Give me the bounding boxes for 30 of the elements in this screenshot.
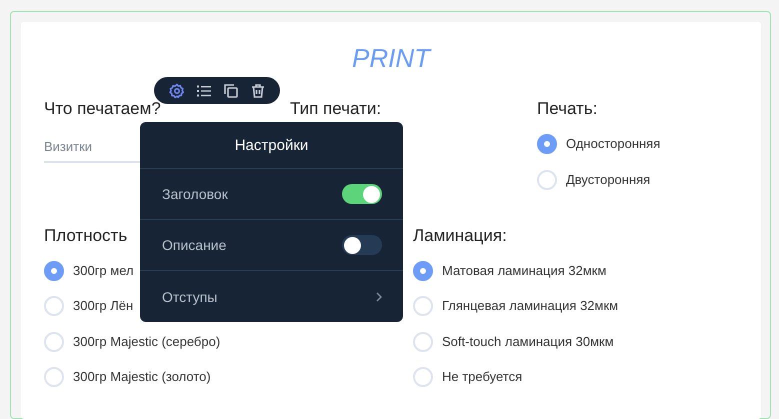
field-label: Тип печати: (290, 99, 382, 119)
option-label: Односторонняя (566, 136, 660, 152)
option-label: Матовая ламинация 32мкм (442, 262, 606, 278)
field-label: Печать: (537, 99, 598, 119)
trash-icon[interactable] (250, 82, 266, 98)
gear-icon[interactable] (168, 82, 184, 98)
radio-button[interactable] (413, 260, 433, 280)
radio-button[interactable] (537, 134, 557, 154)
setting-label: Заголовок (162, 186, 228, 202)
setting-label: Описание (162, 237, 226, 253)
option-label: Не требуется (442, 369, 522, 385)
field-label: Что печатаем? (44, 99, 161, 119)
form-title: PRINT (351, 42, 432, 74)
toggle-switch[interactable] (342, 235, 382, 255)
toggle-switch[interactable] (342, 184, 382, 204)
copy-icon[interactable] (222, 82, 238, 98)
option-label: 300гр Majestic (золото) (73, 369, 211, 385)
setting-label: Отступы (162, 288, 218, 304)
option-label: Глянцевая ламинация 32мкм (442, 298, 618, 314)
radio-button[interactable] (44, 260, 64, 280)
option-label: 300гр Majestic (серебро) (73, 334, 220, 350)
option-label: 300гр Лён (73, 298, 134, 314)
option-label: 300гр мел (73, 262, 134, 278)
option-label: Двусторонняя (566, 172, 650, 188)
field-label: Ламинация: (413, 226, 507, 246)
chevron-right-icon[interactable] (376, 292, 382, 302)
list-icon[interactable] (196, 82, 212, 98)
panel-title: Настройки (140, 122, 403, 169)
option-label: Soft-touch ламинация 30мкм (442, 334, 614, 350)
field-label: Плотность (44, 226, 128, 246)
